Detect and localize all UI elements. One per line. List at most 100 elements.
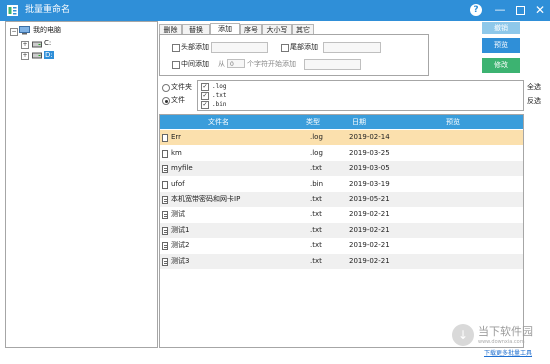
table-row[interactable]: 测试3 .txt 2019-02-21 bbox=[160, 254, 523, 269]
preview-button[interactable]: 预览 bbox=[482, 38, 520, 53]
middle-add-checkbox[interactable] bbox=[172, 61, 180, 69]
collapse-icon[interactable]: − bbox=[10, 28, 18, 36]
tree-drive-d-label: D: bbox=[44, 51, 54, 59]
checkbox-checked-icon: ✓ bbox=[201, 92, 209, 100]
maximize-button[interactable] bbox=[513, 3, 527, 17]
more-tools-link[interactable]: 下载更多批量工具 bbox=[484, 350, 532, 358]
file-radio[interactable] bbox=[162, 97, 170, 105]
file-name: 测试 bbox=[171, 210, 185, 218]
table-row[interactable]: km .log 2019-03-25 bbox=[160, 146, 523, 161]
file-type-label: .bin bbox=[212, 101, 227, 108]
file-icon bbox=[162, 150, 168, 158]
file-icon bbox=[162, 181, 168, 189]
column-header-type[interactable]: 类型 bbox=[306, 115, 320, 129]
help-icon[interactable]: ? bbox=[470, 4, 482, 16]
file-date: 2019-03-19 bbox=[349, 180, 390, 188]
file-name: km bbox=[171, 149, 182, 157]
table-row[interactable]: myfile .txt 2019-03-05 bbox=[160, 161, 523, 176]
column-header-name[interactable]: 文件名 bbox=[208, 115, 229, 129]
file-radio-label: 文件 bbox=[171, 96, 185, 104]
checkbox-checked-icon: ✓ bbox=[201, 83, 209, 91]
text-file-icon bbox=[162, 258, 168, 266]
file-date: 2019-02-14 bbox=[349, 133, 390, 141]
table-row[interactable]: 测试2 .txt 2019-02-21 bbox=[160, 238, 523, 253]
from-label: 从 bbox=[218, 60, 225, 68]
file-type-label: .txt bbox=[212, 92, 227, 99]
file-type: .txt bbox=[310, 210, 322, 218]
expand-icon[interactable]: + bbox=[21, 52, 29, 60]
file-name: 测试2 bbox=[171, 241, 190, 249]
file-icon bbox=[162, 134, 168, 142]
tree-root-label[interactable]: 我的电脑 bbox=[33, 25, 61, 36]
file-type: .log bbox=[310, 133, 323, 141]
undo-button[interactable]: 撤销 bbox=[482, 22, 520, 34]
column-header-date[interactable]: 日期 bbox=[352, 115, 366, 129]
file-type: .bin bbox=[310, 180, 324, 188]
file-name: ufof bbox=[171, 180, 185, 188]
file-type: .txt bbox=[310, 241, 322, 249]
file-type: .txt bbox=[310, 257, 322, 265]
table-row[interactable]: 本机宽带密码和网卡IP .txt 2019-05-21 bbox=[160, 192, 523, 207]
title-bar: 批量重命名 ? — ✕ bbox=[0, 0, 550, 21]
folder-radio[interactable] bbox=[162, 84, 170, 92]
file-date: 2019-02-21 bbox=[349, 241, 390, 249]
tail-add-label: 尾部添加 bbox=[290, 43, 318, 51]
file-name: Err bbox=[171, 133, 182, 141]
table-row[interactable]: ufof .bin 2019-03-19 bbox=[160, 177, 523, 192]
file-name: 测试1 bbox=[171, 226, 190, 234]
download-logo-icon: ↓ bbox=[452, 324, 474, 346]
head-add-label: 头部添加 bbox=[181, 43, 209, 51]
app-icon bbox=[7, 5, 18, 16]
head-add-input[interactable] bbox=[211, 42, 268, 53]
watermark-url: www.downxia.com bbox=[478, 339, 525, 345]
text-file-icon bbox=[162, 211, 168, 219]
window-title: 批量重命名 bbox=[25, 5, 71, 15]
column-header-preview[interactable]: 预览 bbox=[446, 115, 460, 129]
table-row[interactable]: 测试 .txt 2019-02-21 bbox=[160, 207, 523, 222]
tail-add-input[interactable] bbox=[323, 42, 381, 53]
watermark-site-name: 当下软件园 bbox=[478, 325, 533, 338]
site-watermark: ↓ 当下软件园 www.downxia.com 下载更多批量工具 bbox=[452, 322, 550, 364]
select-all-link[interactable]: 全选 bbox=[527, 83, 541, 92]
tail-add-checkbox[interactable] bbox=[281, 44, 289, 52]
file-type: .txt bbox=[310, 164, 322, 172]
file-type-label: .log bbox=[212, 83, 227, 90]
file-type-list[interactable]: ✓ .log ✓ .txt ✓ .bin bbox=[197, 80, 524, 111]
invert-selection-link[interactable]: 反选 bbox=[527, 97, 541, 106]
table-header: 文件名 类型 日期 预览 bbox=[160, 115, 523, 129]
maximize-icon bbox=[515, 6, 525, 15]
middle-add-label: 中间添加 bbox=[181, 60, 209, 68]
expand-icon[interactable]: + bbox=[21, 41, 29, 49]
folder-tree[interactable]: − 我的电脑 + C: + D: bbox=[5, 21, 158, 348]
file-type: .txt bbox=[310, 195, 322, 203]
file-name: myfile bbox=[171, 164, 193, 172]
file-date: 2019-02-21 bbox=[349, 226, 390, 234]
file-table: 文件名 类型 日期 预览 Err .log 2019-02-14 km .log… bbox=[159, 114, 524, 348]
folder-radio-label: 文件夹 bbox=[171, 83, 192, 91]
minimize-button[interactable]: — bbox=[493, 3, 507, 17]
file-name: 测试3 bbox=[171, 257, 190, 265]
table-row[interactable]: Err .log 2019-02-14 bbox=[160, 130, 523, 145]
position-stepper[interactable]: 0 bbox=[227, 59, 245, 68]
tree-drive-d[interactable]: D: bbox=[44, 50, 54, 61]
file-date: 2019-03-25 bbox=[349, 149, 390, 157]
position-suffix-label: 个字符开始添加 bbox=[247, 60, 296, 68]
text-file-icon bbox=[162, 196, 168, 204]
tree-drive-c[interactable]: C: bbox=[44, 38, 51, 49]
computer-icon bbox=[19, 26, 30, 35]
close-button[interactable]: ✕ bbox=[533, 3, 547, 17]
text-file-icon bbox=[162, 165, 168, 173]
checkbox-checked-icon: ✓ bbox=[201, 101, 209, 109]
file-date: 2019-02-21 bbox=[349, 257, 390, 265]
table-row[interactable]: 测试1 .txt 2019-02-21 bbox=[160, 223, 523, 238]
text-file-icon bbox=[162, 242, 168, 250]
drive-icon bbox=[32, 41, 42, 48]
file-type: .txt bbox=[310, 226, 322, 234]
modify-button[interactable]: 修改 bbox=[482, 58, 520, 73]
text-file-icon bbox=[162, 227, 168, 235]
head-add-checkbox[interactable] bbox=[172, 44, 180, 52]
middle-add-input[interactable] bbox=[304, 59, 361, 70]
drive-icon bbox=[32, 52, 42, 59]
file-name: 本机宽带密码和网卡IP bbox=[171, 195, 241, 203]
add-options-panel: 头部添加 尾部添加 中间添加 从 0 个字符开始添加 bbox=[159, 34, 429, 76]
